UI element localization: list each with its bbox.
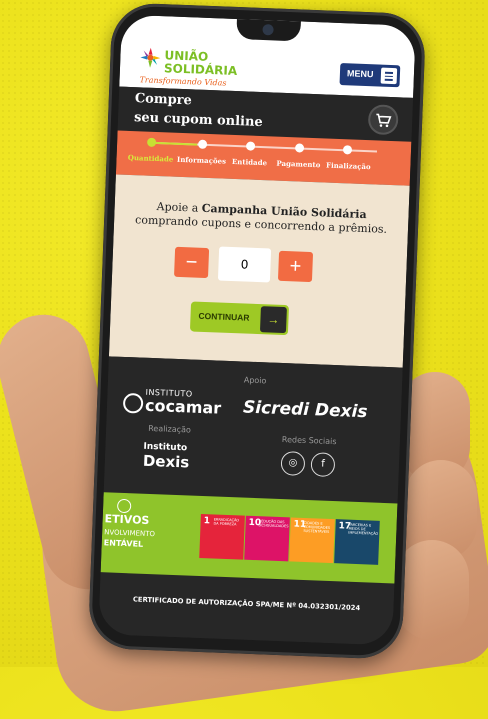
step-label-finalizacao: Finalização	[325, 160, 371, 172]
continue-button[interactable]: CONTINUAR →	[189, 301, 290, 336]
step-dot-entidade	[245, 141, 256, 151]
sdg-tile-text: ERRADICAÇÃO DA POBREZA	[213, 517, 240, 527]
increase-quantity-button[interactable]: +	[277, 250, 314, 283]
quantity-input[interactable]	[217, 246, 272, 283]
quantity-section: Apoie a Campanha União Solidária compran…	[108, 174, 410, 368]
phone-device: UNIÃO SOLIDÁRIA Transformando Vidas MENU…	[87, 2, 427, 660]
step-dot-informacoes	[197, 139, 208, 149]
cocamar-logo-icon	[122, 392, 144, 414]
arrow-right-icon: →	[259, 306, 287, 334]
instagram-icon[interactable]: ◎	[280, 451, 306, 476]
sdg-tile-text: REDUÇÃO DAS DESIGUALDADES	[258, 519, 289, 529]
hamburger-icon	[380, 67, 398, 85]
continue-label: CONTINUAR	[198, 310, 250, 323]
cart-button[interactable]	[367, 104, 399, 136]
sdg-tile-text: CIDADES E COMUNIDADES SUSTENTÁVEIS	[303, 520, 331, 534]
menu-button[interactable]: MENU	[339, 63, 401, 88]
sdg-title-line1: ETIVOS	[104, 512, 150, 528]
authorization-certificate: CERTIFICADO DE AUTORIZAÇÃO SPA/ME Nº 04.…	[132, 595, 361, 613]
logo-tagline: Transformando Vidas	[139, 75, 227, 88]
menu-label: MENU	[346, 68, 374, 80]
step-label-quantidade: Quantidade	[127, 152, 174, 164]
step-dot-pagamento	[294, 143, 305, 153]
hand-finger	[395, 540, 469, 640]
sdg-banner: ETIVOS NVOLVIMENTO ENTÁVEL 1 ERRADICAÇÃO…	[100, 492, 398, 584]
page-title-line2: seu cupom online	[133, 110, 263, 131]
cocamar-logo-line2: cocamar	[144, 395, 222, 418]
camera-notch	[236, 19, 301, 42]
step-label-informacoes: Informações	[176, 154, 227, 166]
page-title-line1: Compre	[134, 91, 193, 109]
step-dot-quantidade	[146, 137, 157, 147]
union-logo-icon	[140, 47, 161, 68]
social-heading: Redes Sociais	[281, 435, 337, 447]
dexis-logo-line2: Dexis	[142, 451, 190, 472]
facebook-icon[interactable]: f	[310, 452, 336, 478]
step-dot-finalizacao	[342, 145, 353, 155]
sicredi-dexis-logo: Sicredi Dexis	[242, 397, 368, 423]
intro-text-pre: Apoie a	[156, 200, 203, 215]
phone-screen: UNIÃO SOLIDÁRIA Transformando Vidas MENU…	[98, 14, 416, 646]
logo-title-line2: SOLIDÁRIA	[163, 61, 238, 79]
site-footer: Apoio INSTITUTO cocamar Sicredi Dexis Re…	[98, 356, 403, 646]
progress-line-active	[151, 141, 198, 146]
sdg-tile-10: 10 REDUÇÃO DAS DESIGUALDADES	[244, 515, 290, 562]
sdg-tile-number: 1	[203, 516, 211, 527]
step-label-pagamento: Pagamento	[276, 158, 321, 170]
sdg-tile-11: 11 CIDADES E COMUNIDADES SUSTENTÁVEIS	[289, 517, 335, 564]
sdg-tile-text: PARCERIAS E MEIOS DE IMPLEMENTAÇÃO	[348, 522, 379, 536]
sdg-title-line2: NVOLVIMENTO	[104, 528, 156, 539]
sdg-title-line3: ENTÁVEL	[103, 538, 144, 549]
sdg-tile-1: 1 ERRADICAÇÃO DA POBREZA	[199, 513, 245, 560]
un-emblem-icon	[116, 498, 132, 514]
step-label-entidade: Entidade	[231, 156, 268, 168]
intro-text: Apoie a Campanha União Solidária compran…	[128, 199, 395, 237]
decrease-quantity-button[interactable]: −	[174, 246, 210, 279]
cart-icon	[376, 113, 392, 128]
sdg-tile-17: 17 PARCERIAS E MEIOS DE IMPLEMENTAÇÃO	[334, 519, 380, 565]
organizer-heading: Realização	[148, 423, 192, 435]
